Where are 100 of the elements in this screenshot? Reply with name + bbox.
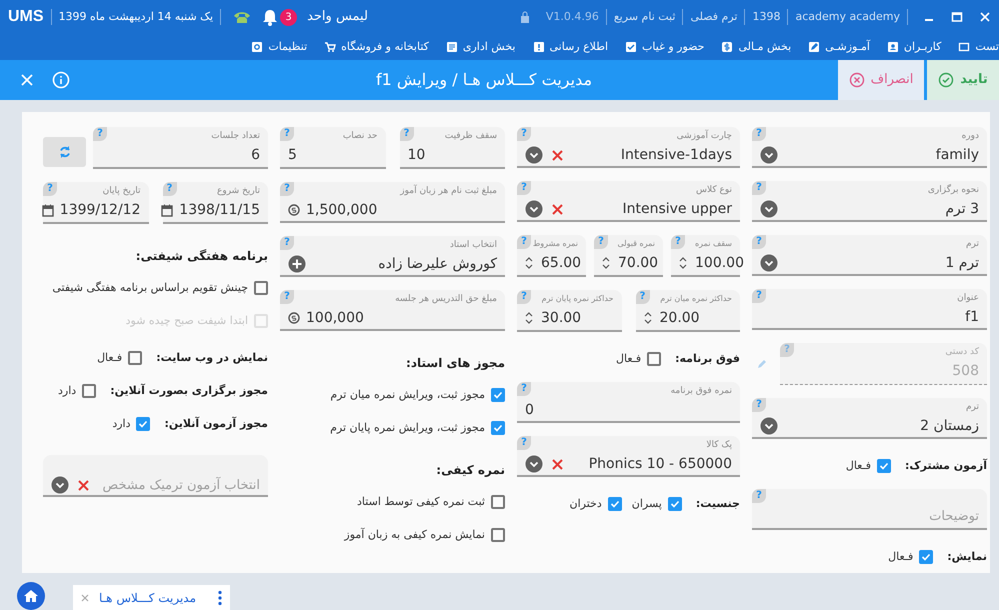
checkbox[interactable] (919, 550, 934, 564)
clear-icon[interactable] (551, 202, 564, 216)
checkbox[interactable] (491, 388, 505, 402)
clear-icon[interactable] (551, 458, 564, 470)
chevron-down-icon[interactable] (51, 476, 69, 494)
close-icon[interactable] (81, 594, 89, 602)
checkbox-label: مجوز ثبت، ویرایش نمره پایان ترم (330, 420, 485, 436)
chevron-down-icon[interactable] (760, 417, 778, 435)
cancel-button[interactable]: انصراف (838, 60, 924, 100)
app-logo: UMS (8, 7, 44, 27)
menu-item[interactable]: تست (958, 38, 999, 56)
chevron-down-icon[interactable] (525, 200, 543, 218)
field-value: 5 (288, 146, 297, 164)
checkbox-label: پسران (632, 496, 662, 512)
cancel-icon (848, 72, 865, 88)
check-icon (610, 499, 620, 509)
menu-item[interactable]: کاربـران (886, 38, 942, 56)
field-label: نمره فوق برنامه (670, 386, 732, 396)
user-name[interactable]: academy academy (795, 8, 900, 26)
up-down-icon[interactable] (602, 256, 610, 270)
menu-item[interactable]: اطلاع رسانی (532, 38, 608, 56)
field-value: 10 (408, 146, 426, 164)
menu-item[interactable]: بخش مـالی (721, 38, 792, 56)
field-value: 6 (251, 146, 260, 164)
quick-signup-link[interactable]: ثبت نام سریع (614, 8, 676, 26)
up-down-icon[interactable] (644, 311, 652, 325)
checkbox[interactable] (876, 459, 891, 473)
chevron-down-icon[interactable] (760, 200, 778, 218)
checkbox[interactable] (82, 384, 96, 398)
more-icon[interactable] (218, 590, 222, 606)
checkbox[interactable] (491, 421, 505, 435)
calendar-icon[interactable] (161, 204, 174, 216)
checkbox-label: فـعال (846, 458, 871, 474)
up-down-icon[interactable] (525, 256, 533, 270)
menu-item[interactable]: بخش اداری (446, 38, 516, 56)
id-card-icon (886, 41, 899, 53)
checkbox[interactable] (136, 417, 150, 431)
select-field[interactable]: ? انتخاب استاد کوروش علیرضا زاده (280, 236, 505, 277)
add-icon[interactable] (288, 255, 306, 273)
up-down-icon[interactable] (525, 311, 533, 325)
checkbox-label: ثبت نمره کیفی توسط استاد (357, 494, 485, 510)
checkbox[interactable] (491, 495, 505, 509)
checkbox[interactable] (128, 351, 142, 365)
checkbox[interactable] (254, 281, 268, 295)
up-down-icon[interactable] (679, 256, 687, 270)
chevron-down-icon[interactable] (525, 455, 543, 473)
field-label: چارت آموزشی (676, 131, 732, 141)
checkbox[interactable] (668, 497, 682, 511)
field-value: family (936, 146, 979, 164)
menu-item[interactable]: حضور و غیاب (625, 38, 704, 56)
select-field[interactable]: ? ترم زمستان 2 (752, 398, 987, 439)
select-field[interactable]: ? نحوه برگزاری 3 ترم (752, 181, 987, 222)
menu-item[interactable]: تنظیمات (251, 38, 308, 56)
confirm-button[interactable]: تایید (927, 60, 999, 100)
field-label: کد دستی (945, 347, 979, 357)
field-label: مجوز برگزاری بصورت آنلاین: (110, 382, 268, 399)
field-value: 508 (952, 362, 979, 380)
field-label: دوره (962, 131, 979, 141)
field-label: نمره مشروط (532, 239, 578, 248)
page-tab[interactable]: مدیریت کـــلاس هـا (73, 585, 230, 610)
checkbox-label: دختران (570, 496, 602, 512)
checkbox[interactable] (608, 497, 622, 511)
section-heading: برنامه هفتگی شیفتی: (134, 248, 268, 265)
home-button[interactable] (17, 582, 45, 610)
clear-icon[interactable] (551, 148, 564, 162)
checkbox[interactable] (647, 352, 662, 366)
checkbox-label: دارد (58, 382, 76, 399)
chevron-down-icon[interactable] (760, 146, 778, 164)
select-field[interactable]: ? ترم ترم 1 (752, 235, 987, 276)
menu-item[interactable]: آمـوزشـی (808, 38, 870, 56)
maximize-icon[interactable] (951, 11, 963, 23)
field-label: نحوه برگزاری (928, 185, 979, 195)
chevron-down-icon[interactable] (525, 146, 543, 164)
field-value: کوروش علیرضا زاده (378, 254, 497, 274)
field-label: حد نصاب (342, 131, 378, 141)
placeholder-text: انتخاب آزمون ترمیک مشخص (102, 476, 260, 494)
pencil-icon (808, 41, 820, 53)
placeholder-text: توضیحات (929, 508, 979, 526)
field-label: سقف ظرفیت (444, 131, 497, 141)
bell-icon[interactable] (262, 8, 278, 26)
date-text: یک شنبه 14 اردیبهشت ماه 1399 (58, 8, 214, 25)
field-label: نمایش در وب سایت: (156, 350, 268, 366)
field-value: ترم 1 (945, 254, 979, 272)
branch-name[interactable]: لیمس واحد (307, 7, 368, 27)
calendar-icon[interactable] (42, 204, 54, 216)
field-label: نوع کلاس (696, 185, 732, 195)
menu-item[interactable]: کتابخانه و فروشگاه (324, 38, 429, 56)
info-icon[interactable] (52, 71, 70, 89)
field-label: مجوز آزمون آنلاین: (164, 416, 268, 432)
field-label: تاریخ شروع (217, 186, 260, 196)
field-value: 3 ترم (945, 200, 979, 218)
checkbox[interactable] (491, 528, 505, 542)
clear-icon[interactable] (77, 478, 90, 492)
field-value: 0 (525, 400, 534, 420)
refresh-button[interactable] (43, 137, 86, 167)
check-icon (493, 423, 503, 433)
dollar-icon (721, 41, 734, 53)
field-label: عنوان (957, 293, 979, 303)
chevron-down-icon[interactable] (760, 254, 778, 272)
tab-label: مدیریت کـــلاس هـا (99, 590, 196, 606)
